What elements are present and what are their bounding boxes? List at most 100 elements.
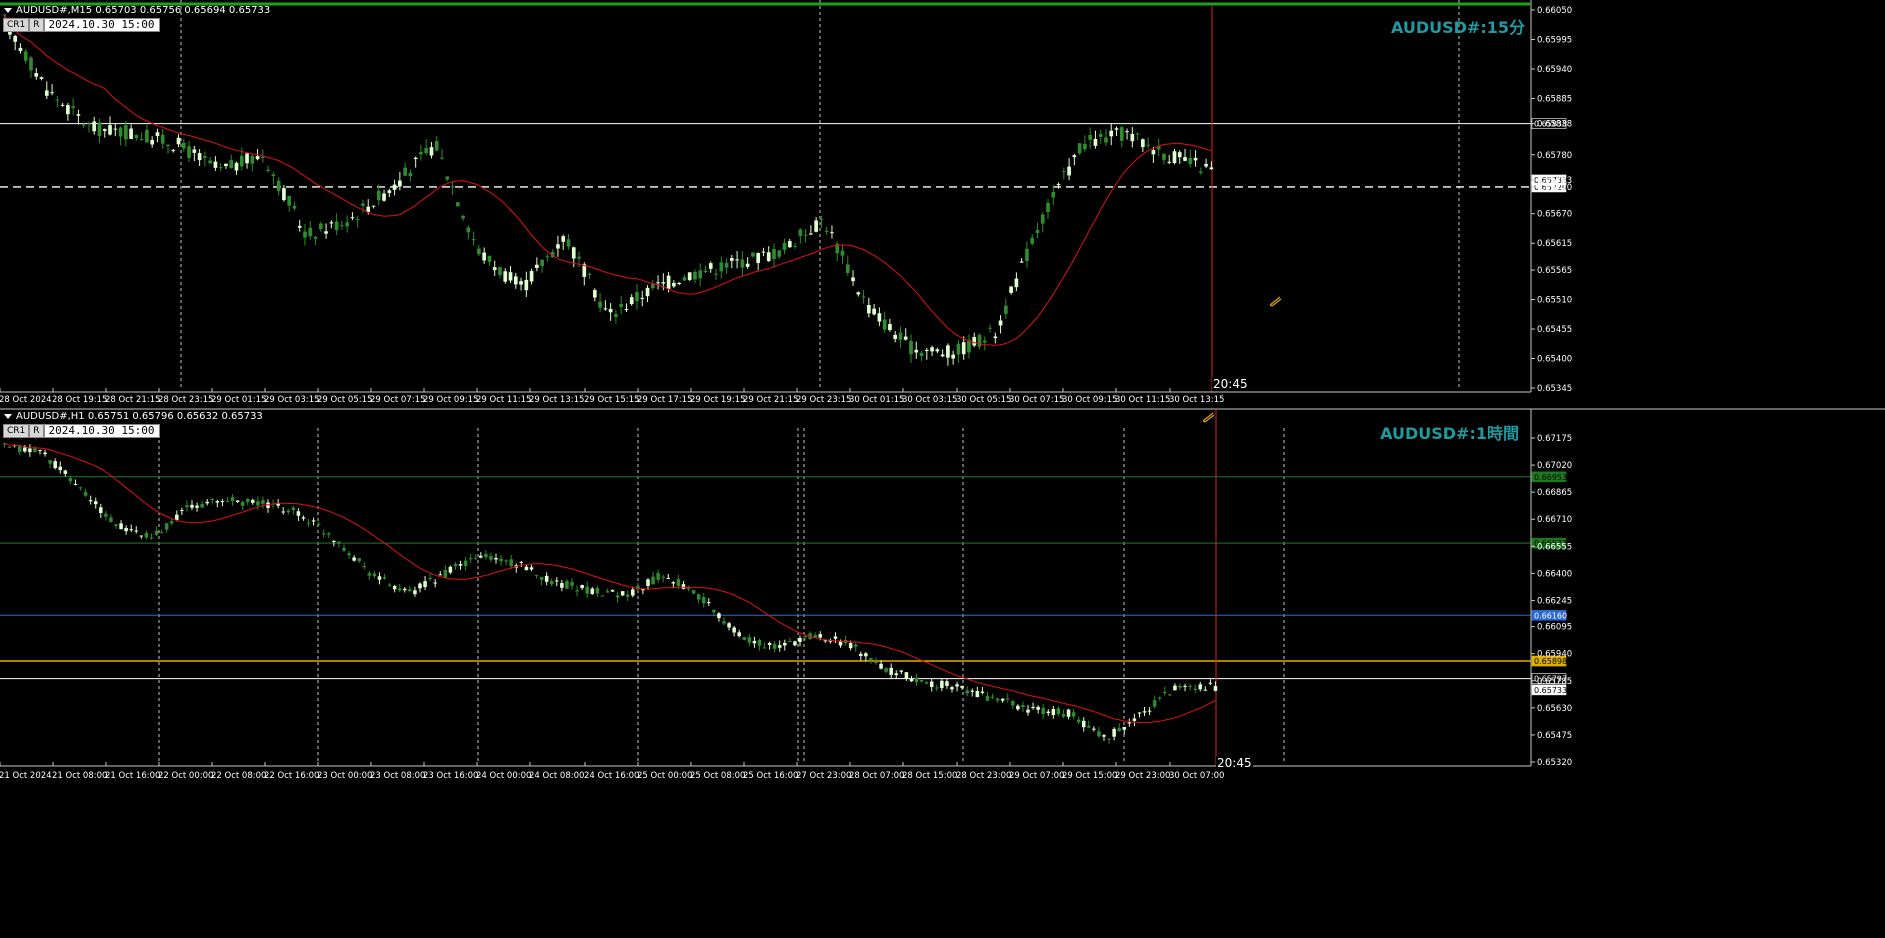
candle-body bbox=[787, 241, 792, 248]
candle-body bbox=[1198, 171, 1203, 174]
candle-body bbox=[1183, 157, 1187, 161]
candle-body bbox=[777, 250, 782, 257]
candle-body bbox=[287, 195, 292, 206]
datetime-field[interactable]: 2024.10.30 15:00 bbox=[43, 18, 160, 32]
candle-body bbox=[361, 203, 365, 206]
candle-body bbox=[350, 217, 355, 219]
candle-body bbox=[113, 128, 118, 130]
candle-body bbox=[672, 282, 676, 287]
candle-body bbox=[777, 645, 782, 648]
candle-body bbox=[1125, 131, 1129, 133]
candle-body bbox=[519, 561, 524, 563]
candle-body bbox=[698, 270, 703, 279]
h1-chart[interactable]: 0.669530.665730.661600.658980.657970.657… bbox=[0, 408, 1885, 938]
candle-body bbox=[371, 205, 376, 207]
candle-body bbox=[549, 581, 554, 585]
candle-body bbox=[864, 653, 868, 657]
candle-body bbox=[397, 588, 402, 591]
candle-body bbox=[296, 511, 301, 516]
candle-body bbox=[995, 698, 1000, 701]
candle-body bbox=[297, 225, 302, 228]
datetime-field[interactable]: 2024.10.30 15:00 bbox=[43, 424, 160, 438]
h1-watermark: AUDUSD#:1時間 bbox=[1380, 424, 1519, 443]
candle-body bbox=[1061, 171, 1066, 173]
m15-chart[interactable]: 0.658380.657200.65733 0.660500.659950.65… bbox=[0, 0, 1885, 408]
time-label: 22 Oct 00:00 bbox=[158, 771, 213, 781]
candle-body bbox=[345, 222, 350, 227]
price-label: 0.66710 bbox=[1537, 515, 1572, 525]
candle-body bbox=[50, 92, 54, 94]
candle-body bbox=[313, 236, 318, 239]
candle-body bbox=[903, 336, 908, 340]
candle-body bbox=[1167, 161, 1172, 163]
candle-body bbox=[23, 447, 27, 452]
pencil-cursor-icon bbox=[1202, 412, 1215, 423]
cr1-button[interactable]: CR1 bbox=[3, 424, 30, 438]
candle-body bbox=[967, 340, 971, 353]
candle-body bbox=[129, 529, 133, 531]
candle-body bbox=[935, 349, 940, 352]
candle-body bbox=[960, 685, 964, 688]
candle-body bbox=[38, 450, 42, 452]
time-label: 29 Oct 17:15 bbox=[637, 395, 692, 405]
candle-body bbox=[1021, 704, 1025, 708]
arrow-down-icon[interactable] bbox=[4, 7, 12, 13]
time-label: 23 Oct 00:00 bbox=[317, 771, 372, 781]
candle-body bbox=[535, 264, 539, 268]
candle-body bbox=[701, 597, 706, 604]
candle-body bbox=[93, 501, 98, 505]
candle-body bbox=[413, 157, 418, 160]
arrow-down-icon[interactable] bbox=[4, 413, 12, 419]
candle-body bbox=[529, 567, 534, 570]
candle-body bbox=[924, 350, 929, 352]
candle-body bbox=[809, 233, 813, 235]
candle-body bbox=[324, 231, 328, 234]
price-label: 0.65940 bbox=[1537, 650, 1572, 660]
cr1-button[interactable]: CR1 bbox=[3, 18, 30, 32]
price-label: 0.65670 bbox=[1537, 210, 1572, 220]
candle-body bbox=[803, 636, 807, 638]
r-button[interactable]: R bbox=[29, 424, 44, 438]
candle-body bbox=[463, 560, 468, 566]
candle-body bbox=[403, 588, 407, 591]
candle-body bbox=[1026, 709, 1030, 713]
candle-body bbox=[44, 90, 49, 96]
time-label: 21 Oct 08:00 bbox=[52, 771, 107, 781]
candle-body bbox=[524, 566, 529, 571]
candle-body bbox=[1193, 688, 1197, 690]
candle-body bbox=[1061, 714, 1066, 717]
candle-body bbox=[961, 342, 966, 355]
candle-body bbox=[761, 251, 766, 253]
candle-body bbox=[580, 584, 584, 589]
candle-body bbox=[468, 558, 473, 560]
candle-body bbox=[592, 290, 597, 298]
candle-body bbox=[1019, 261, 1024, 263]
time-label: 29 Oct 09:15 bbox=[423, 395, 478, 405]
candle-body bbox=[539, 577, 544, 580]
candle-body bbox=[722, 621, 726, 624]
candle-body bbox=[756, 253, 761, 264]
candle-body bbox=[282, 188, 286, 201]
time-label: 22 Oct 16:00 bbox=[264, 771, 319, 781]
candle-body bbox=[1151, 150, 1156, 155]
candle-body bbox=[306, 522, 311, 524]
candle-body bbox=[676, 579, 681, 587]
candle-body bbox=[977, 334, 982, 347]
candle-body bbox=[956, 343, 961, 355]
candle-body bbox=[859, 653, 863, 656]
candle-body bbox=[355, 219, 360, 221]
time-label: 21 Oct 16:00 bbox=[105, 771, 160, 781]
candle-body bbox=[301, 517, 306, 519]
candle-body bbox=[1081, 720, 1086, 728]
candle-body bbox=[58, 466, 63, 471]
candle-body bbox=[598, 301, 602, 308]
candle-body bbox=[321, 533, 326, 535]
candle-body bbox=[303, 231, 307, 238]
candle-body bbox=[377, 576, 382, 580]
candle-body bbox=[308, 227, 313, 237]
candle-body bbox=[119, 523, 123, 530]
candle-body bbox=[81, 124, 86, 126]
candle-body bbox=[108, 125, 112, 135]
time-label: 25 Oct 16:00 bbox=[743, 771, 798, 781]
r-button[interactable]: R bbox=[29, 18, 44, 32]
